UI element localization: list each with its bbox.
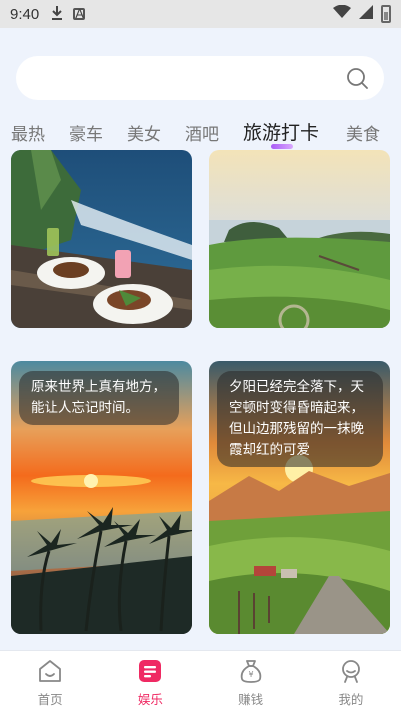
- status-time: 9:40: [10, 5, 40, 23]
- battery-icon: [381, 5, 391, 23]
- nav-home-label: 首页: [37, 692, 63, 707]
- nav-entertainment-label: 娱乐: [137, 692, 163, 707]
- nav-earn-label: 赚钱: [238, 692, 264, 707]
- green-cliff-coast-photo: [209, 150, 390, 328]
- tab-travel-checkin[interactable]: 旅游打卡: [243, 118, 319, 145]
- svg-text:¥: ¥: [248, 670, 253, 679]
- tab-hottest[interactable]: 最热: [11, 120, 45, 145]
- post-card[interactable]: [11, 150, 192, 328]
- nav-entertainment[interactable]: 娱乐: [100, 651, 200, 714]
- tab-bar[interactable]: 酒吧: [185, 120, 219, 145]
- keyboard-icon: A: [73, 6, 86, 21]
- post-card[interactable]: [209, 150, 390, 328]
- nav-earn[interactable]: ¥ 赚钱: [201, 651, 301, 714]
- download-icon: [51, 5, 63, 23]
- tab-active-indicator: [271, 144, 293, 149]
- search-bar[interactable]: [16, 56, 384, 100]
- tab-food[interactable]: 美食: [346, 120, 380, 145]
- post-card[interactable]: 夕阳已经完全落下，天空顿时变得昏暗起来，但山边那残留的一抹晚霞却红的可爱: [209, 361, 390, 634]
- card-caption: 原来世界上真有地方，能让人忘记时间。: [19, 371, 179, 425]
- entertainment-icon: [139, 660, 162, 682]
- status-bar: 9:40 A: [0, 0, 401, 28]
- search-input[interactable]: [34, 56, 334, 100]
- wifi-icon: [333, 4, 351, 23]
- card-caption: 夕阳已经完全落下，天空顿时变得昏暗起来，但山边那残留的一抹晚霞却红的可爱: [217, 371, 383, 467]
- search-icon[interactable]: [346, 67, 368, 89]
- tab-beauty[interactable]: 美女: [127, 120, 161, 145]
- seaside-dinner-photo: [11, 150, 192, 328]
- signal-icon: [359, 5, 373, 23]
- nav-profile[interactable]: 我的: [301, 651, 401, 714]
- money-bag-icon: ¥: [240, 660, 261, 683]
- home-icon: [39, 660, 62, 682]
- profile-icon: [341, 660, 360, 683]
- post-card[interactable]: 原来世界上真有地方，能让人忘记时间。: [11, 361, 192, 634]
- bottom-navigation: 首页 娱乐 ¥ 赚钱 我的: [0, 650, 401, 714]
- nav-home[interactable]: 首页: [0, 651, 100, 714]
- category-tabs: 最热 豪车 美女 酒吧 旅游打卡 美食: [0, 116, 401, 148]
- nav-profile-label: 我的: [338, 692, 364, 707]
- tab-cars[interactable]: 豪车: [69, 120, 103, 145]
